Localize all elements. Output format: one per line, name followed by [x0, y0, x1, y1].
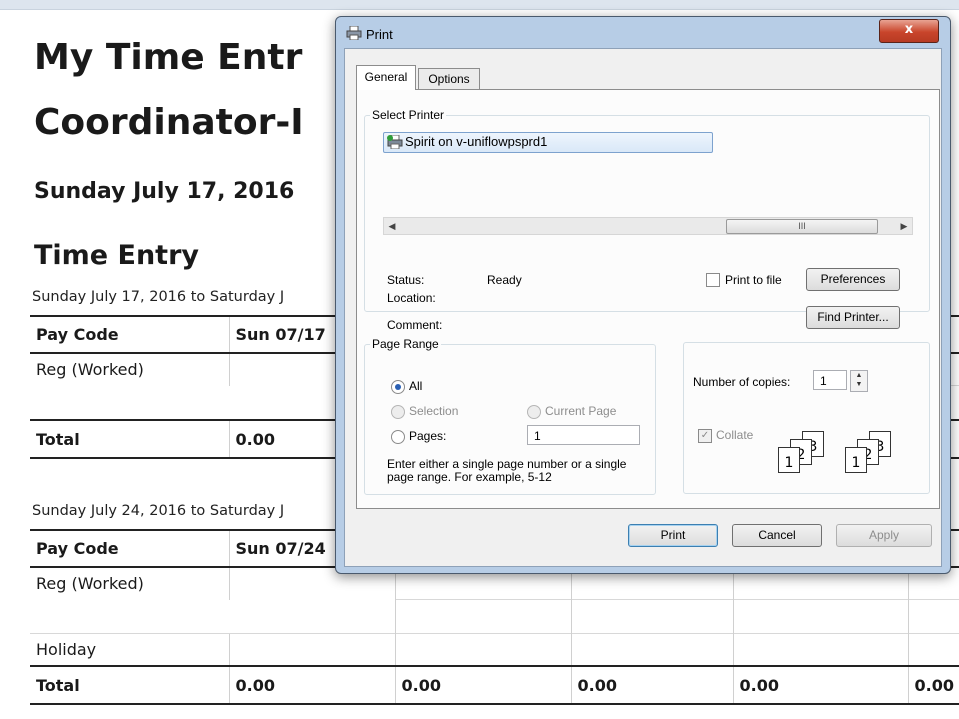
week-range-label: Sunday July 24, 2016 to Saturday J — [32, 503, 285, 519]
status-label: Status: — [387, 273, 425, 287]
collate-page: 1 — [778, 447, 800, 473]
pay-code-cell: Reg (Worked) — [36, 360, 144, 379]
hours-cell[interactable] — [570, 599, 733, 634]
print-to-file-label: Print to file — [725, 273, 782, 287]
spin-up-icon[interactable]: ▲ — [851, 371, 867, 380]
total-row: Total 0.00 0.00 0.00 0.00 0.00 — [30, 665, 959, 705]
page-range-hint-line2: page range. For example, 5-12 — [387, 470, 552, 484]
range-pages-label: Pages: — [409, 429, 447, 443]
total-value: 0.00 — [907, 665, 959, 705]
hours-cell[interactable] — [394, 633, 571, 666]
preferences-button[interactable]: Preferences — [806, 268, 900, 291]
table-row: Holiday — [30, 633, 959, 666]
printer-icon — [346, 26, 362, 40]
pay-code-cell: Reg (Worked) — [36, 574, 144, 593]
print-button[interactable]: Print — [628, 524, 718, 547]
dialog-title: Print — [366, 27, 393, 42]
scroll-right-icon[interactable]: ▶ — [896, 218, 912, 234]
collate-illustration: 3 2 1 — [778, 431, 838, 473]
status-value: Ready — [487, 273, 522, 287]
copies-input[interactable]: 1 — [813, 370, 847, 390]
collate-label: Collate — [716, 428, 754, 442]
range-current-page-radio[interactable] — [527, 405, 541, 419]
browser-top-strip — [0, 0, 959, 10]
spin-down-icon[interactable]: ▼ — [851, 380, 867, 389]
hours-cell[interactable] — [907, 633, 959, 666]
printer-ready-icon — [387, 135, 403, 149]
close-icon: x — [904, 22, 914, 37]
hours-cell[interactable] — [229, 600, 395, 634]
printer-list-scrollbar[interactable]: ◀ III ▶ — [383, 217, 913, 235]
page-range-legend: Page Range — [372, 337, 439, 351]
scroll-thumb[interactable]: III — [726, 219, 878, 234]
total-value: 0.00 — [570, 665, 733, 705]
find-printer-button[interactable]: Find Printer... — [806, 306, 900, 329]
copies-spinner[interactable]: ▲ ▼ — [850, 370, 868, 392]
report-date-heading: Sunday July 17, 2016 — [34, 179, 295, 204]
hours-cell[interactable] — [732, 633, 908, 666]
dialog-client-area: General Options Select Printer Spirit on… — [344, 48, 942, 567]
range-pages-radio[interactable] — [391, 430, 405, 444]
pay-code-cell: Holiday — [30, 633, 229, 666]
page-range-hint-line1: Enter either a single page number or a s… — [387, 457, 627, 471]
print-to-file-checkbox[interactable] — [706, 273, 720, 287]
week-range-label: Sunday July 17, 2016 to Saturday J — [32, 289, 285, 305]
column-header: Pay Code — [30, 315, 229, 354]
printer-list[interactable]: Spirit on v-uniflowpsprd1 — [383, 132, 911, 212]
range-current-page-label: Current Page — [545, 404, 617, 418]
range-all-label: All — [409, 379, 423, 393]
collate-illustration: 3 2 1 — [845, 431, 905, 473]
apply-button[interactable]: Apply — [836, 524, 932, 547]
print-dialog: Print x General Options Select Printer S… — [335, 16, 951, 574]
hours-cell[interactable] — [570, 633, 733, 666]
close-button[interactable]: x — [879, 19, 939, 43]
range-selection-label: Selection — [409, 404, 459, 418]
hours-cell[interactable] — [732, 599, 908, 634]
total-value: 0.00 — [732, 665, 908, 705]
pages-input[interactable]: 1 — [527, 425, 640, 445]
collate-checkbox[interactable]: ✓ — [698, 429, 712, 443]
section-heading: Time Entry — [34, 240, 200, 271]
dialog-titlebar[interactable]: Print x — [336, 17, 950, 51]
report-title-line1: My Time Entr — [34, 37, 303, 78]
location-label: Location: — [387, 291, 436, 305]
tab-general[interactable]: General — [356, 65, 416, 90]
scroll-left-icon[interactable]: ◀ — [384, 218, 400, 234]
number-of-copies-label: Number of copies: — [693, 375, 791, 389]
hours-cell[interactable] — [228, 633, 395, 666]
collate-page: 1 — [845, 447, 867, 473]
range-selection-radio[interactable] — [391, 405, 405, 419]
hours-cell[interactable] — [907, 599, 959, 634]
total-value: 0.00 — [394, 665, 571, 705]
range-all-radio[interactable] — [391, 380, 405, 394]
total-label: Total — [30, 665, 229, 705]
total-label: Total — [30, 419, 229, 459]
column-header: Pay Code — [30, 529, 229, 568]
cancel-button[interactable]: Cancel — [732, 524, 822, 547]
printer-item[interactable]: Spirit on v-uniflowpsprd1 — [383, 132, 713, 153]
printer-name: Spirit on v-uniflowpsprd1 — [405, 134, 548, 149]
tab-options[interactable]: Options — [418, 68, 480, 90]
copies-group — [683, 342, 930, 494]
total-value: 0.00 — [228, 665, 395, 705]
comment-label: Comment: — [387, 318, 443, 332]
report-title-line2: Coordinator-I — [34, 102, 304, 143]
hours-cell[interactable] — [394, 599, 571, 634]
select-printer-legend: Select Printer — [372, 108, 445, 122]
